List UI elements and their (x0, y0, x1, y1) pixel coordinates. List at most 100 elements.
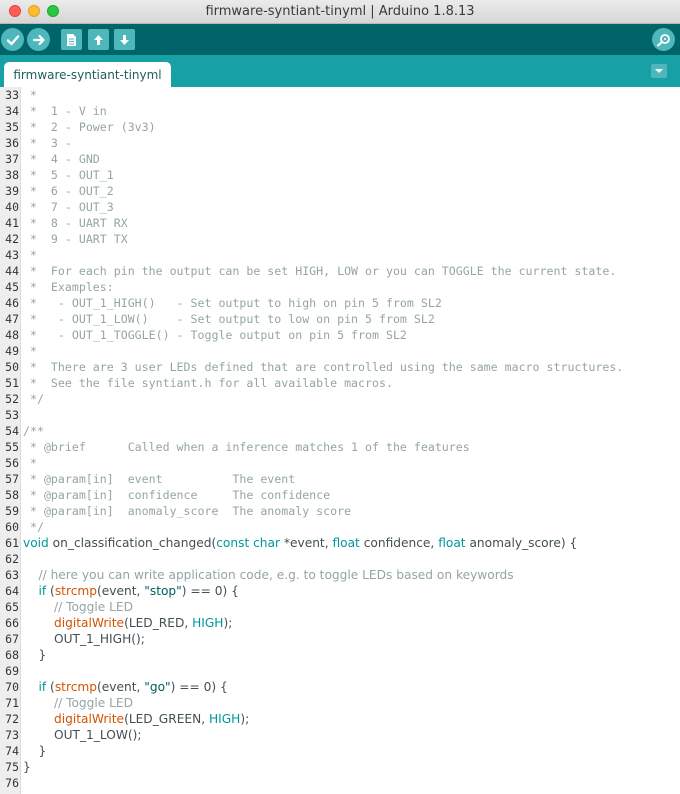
code-token: "stop" (144, 584, 182, 598)
code-line: 67 OUT_1_HIGH(); (0, 631, 680, 647)
code-line: 41 * 8 - UART RX (0, 215, 680, 231)
code-token: * 2 - Power (3v3) (23, 120, 156, 134)
toolbar (0, 24, 680, 55)
code-text: * (23, 343, 37, 359)
code-text: * @brief Called when a inference matches… (23, 439, 470, 455)
line-number: 75 (5, 760, 19, 774)
code-token: * 7 - OUT_3 (23, 200, 114, 214)
code-token: (event, (97, 680, 145, 694)
tab-sketch[interactable]: firmware-syntiant-tinyml (4, 62, 171, 87)
line-number: 57 (5, 472, 19, 486)
code-token: * - OUT_1_HIGH() - Set output to high on… (23, 296, 442, 310)
verify-button[interactable] (1, 28, 24, 51)
code-line: 69 (0, 663, 680, 679)
magnifier-icon (656, 33, 670, 46)
code-line: 56 * (0, 455, 680, 471)
line-number: 55 (5, 440, 19, 454)
code-token: (LED_GREEN, (124, 712, 209, 726)
code-text: if (strcmp(event, "go") == 0) { (23, 679, 228, 695)
code-text: * There are 3 user LEDs defined that are… (23, 359, 623, 375)
line-number: 47 (5, 312, 19, 326)
code-token: * Examples: (23, 280, 114, 294)
code-line: 47 * - OUT_1_LOW() - Set output to low o… (0, 311, 680, 327)
code-line: 54 /** (0, 423, 680, 439)
line-number: 70 (5, 680, 19, 694)
serial-monitor-button[interactable] (652, 28, 675, 51)
code-text: // Toggle LED (23, 695, 133, 711)
line-number: 71 (5, 696, 19, 710)
line-number: 38 (5, 168, 19, 182)
code-token: * (23, 456, 37, 470)
code-token: */ (23, 520, 44, 534)
code-token: strcmp (54, 584, 98, 598)
upload-button[interactable] (27, 28, 50, 51)
chevron-down-icon (655, 69, 663, 73)
code-token: float (438, 536, 466, 550)
code-token: (LED_RED, (124, 616, 193, 630)
tab-menu-button[interactable] (651, 64, 667, 78)
code-line: 66 digitalWrite(LED_RED, HIGH); (0, 615, 680, 631)
code-token: OUT_1_LOW(); (23, 728, 142, 742)
code-line: 50 * There are 3 user LEDs defined that … (0, 359, 680, 375)
line-number: 66 (5, 616, 19, 630)
code-token: HIGH (192, 616, 224, 630)
code-line: 49 * (0, 343, 680, 359)
code-line: 68 } (0, 647, 680, 663)
code-token: * (23, 88, 37, 102)
code-editor[interactable]: 33 * 34 * 1 - V in 35 * 2 - Power (3v3) 36 … (0, 87, 680, 794)
code-line: 55 * @brief Called when a inference matc… (0, 439, 680, 455)
save-button[interactable] (114, 29, 135, 50)
code-line: 51 * See the file syntiant.h for all ava… (0, 375, 680, 391)
code-line: 39 * 6 - OUT_2 (0, 183, 680, 199)
code-token: const (216, 536, 250, 550)
arrow-up-icon (94, 34, 103, 45)
code-text: * (23, 247, 37, 263)
code-text: * 2 - Power (3v3) (23, 119, 156, 135)
code-text: digitalWrite(LED_RED, HIGH); (23, 615, 232, 631)
new-button[interactable] (61, 29, 82, 50)
code-text: * 1 - V in (23, 103, 107, 119)
line-number: 54 (5, 424, 19, 438)
code-token: OUT_1_HIGH(); (23, 632, 145, 646)
code-text: * - OUT_1_TOGGLE() - Toggle output on pi… (23, 327, 407, 343)
code-text: * 6 - OUT_2 (23, 183, 114, 199)
code-line: 33 * (0, 87, 680, 103)
code-token: // Toggle LED (54, 696, 134, 710)
code-token: * 1 - V in (23, 104, 107, 118)
code-token: * 5 - OUT_1 (23, 168, 114, 182)
code-token: ( (46, 680, 55, 694)
code-token: // here you can write application code, … (38, 568, 514, 582)
code-line: 58 * @param[in] confidence The confidenc… (0, 487, 680, 503)
line-number: 58 (5, 488, 19, 502)
code-token: * For each pin the output can be set HIG… (23, 264, 617, 278)
code-text: // Toggle LED (23, 599, 133, 615)
line-number: 41 (5, 216, 19, 230)
code-token: digitalWrite (54, 712, 125, 726)
line-number: 67 (5, 632, 19, 646)
line-number: 61 (5, 536, 19, 550)
code-token: * 4 - GND (23, 152, 100, 166)
line-number: 72 (5, 712, 19, 726)
line-number: 74 (5, 744, 19, 758)
open-button[interactable] (88, 29, 109, 50)
line-number: 42 (5, 232, 19, 246)
code-token: * @param[in] confidence The confidence (23, 488, 331, 502)
code-line: 53 (0, 407, 680, 423)
code-line: 48 * - OUT_1_TOGGLE() - Toggle output on… (0, 327, 680, 343)
code-token: * (23, 344, 37, 358)
code-line: 43 * (0, 247, 680, 263)
code-token: HIGH (208, 712, 241, 726)
code-token: ); (240, 712, 250, 726)
code-line: 61 void on_classification_changed(const c… (0, 535, 680, 551)
code-token: * @param[in] anomaly_score The anomaly s… (23, 504, 352, 518)
code-line: 52 */ (0, 391, 680, 407)
code-token: } (23, 744, 47, 758)
arrow-right-icon (32, 34, 45, 45)
line-number: 59 (5, 504, 19, 518)
code-line: 70 if (strcmp(event, "go") == 0) { (0, 679, 680, 695)
line-number: 63 (5, 568, 19, 582)
code-line: 71 // Toggle LED (0, 695, 680, 711)
